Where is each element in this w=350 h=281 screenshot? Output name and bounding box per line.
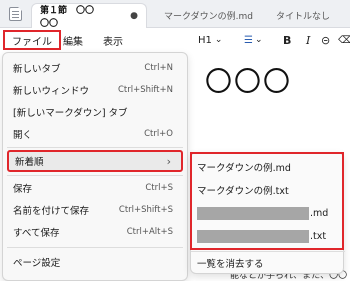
menu-item-recent[interactable]: 新着順 › [7,150,183,172]
bold-button[interactable]: B [283,32,291,48]
file-menu-button[interactable]: ファイル [3,30,61,50]
shortcut-text: Ctrl+Alt+S [126,227,173,237]
document-heading: 〇〇〇 [205,67,292,98]
shortcut-text: Ctrl+S [145,183,173,193]
shortcut-text: Ctrl+Shift+N [117,85,173,95]
chevron-right-icon: › [166,154,171,168]
menu-item-label: 新着順 [15,157,44,168]
menu-separator [7,147,183,148]
menu-item-label: すべて保存 [13,228,60,239]
italic-button[interactable]: I [306,32,310,48]
menu-item-label: 保存 [13,184,33,195]
redacted-filename [197,206,309,220]
recent-file-item[interactable]: マークダウンの例.md [197,156,339,178]
menu-item-save-all[interactable]: すべて保存 Ctrl+Alt+S [7,221,183,243]
edit-menu-label: 編集 [63,36,83,48]
bold-icon: B [283,33,292,47]
recent-file-item[interactable]: .txt [197,225,339,247]
recent-file-item[interactable]: .md [197,202,339,224]
heading-level-select[interactable]: H1 ⌄ [198,32,222,48]
clear-recent-list-item[interactable]: 一覧を消去する [197,252,339,274]
shortcut-text: Ctrl+N [144,63,173,73]
edit-menu-button[interactable]: 編集 [56,30,90,50]
file-menu-label: ファイル [12,36,52,48]
menu-item-label: 新しいタブ [13,64,61,75]
title-bar: 第１節 〇〇〇〇 ● マークダウンの例.md タイトルなし [0,0,350,29]
chevron-down-icon: ⌄ [214,35,223,45]
menu-separator [7,247,183,248]
recent-file-item[interactable]: マークダウンの例.txt [197,179,339,201]
menu-item-label: 開く [13,130,33,141]
list-format-button[interactable]: ☰ ⌄ [244,32,263,48]
menu-item-label: 名前を付けて保存 [13,206,90,217]
recent-file-extension: .txt [310,230,327,242]
menu-item-save[interactable]: 保存 Ctrl+S [7,177,183,199]
menu-item-label: ページ設定 [13,258,61,269]
redacted-filename [197,229,309,243]
menu-item-new-tab[interactable]: 新しいタブ Ctrl+N [7,57,183,79]
unsaved-dot-icon: ● [130,11,138,21]
menu-item-new-window[interactable]: 新しいウィンドウ Ctrl+Shift+N [7,79,183,101]
menu-item-label: [新しいマークダウン] タブ [13,108,128,119]
clear-formatting-icon: ⌫ [338,34,350,46]
chevron-down-icon: ⌄ [254,35,263,45]
bulleted-list-icon: ☰ [244,34,253,46]
recent-file-label: マークダウンの例.md [197,163,291,174]
file-menu-dropdown: 新しいタブ Ctrl+N 新しいウィンドウ Ctrl+Shift+N [新しいマ… [2,52,188,281]
menu-item-page-setup[interactable]: ページ設定 [7,251,183,273]
tab-label: 第１節 〇〇〇〇 [40,6,95,29]
menu-bar: ファイル 編集 表示 H1 ⌄ ☰ ⌄ B I ⊝ ⌫ [0,28,350,52]
tab-untitled[interactable]: タイトルなし [268,3,338,28]
tab-label: マークダウンの例.md [164,12,253,22]
tab-label: タイトルなし [276,12,331,22]
link-button[interactable]: ⊝ [321,32,330,48]
shortcut-text: Ctrl+O [144,129,173,139]
notepad-app-icon [9,7,22,21]
menu-item-new-markdown-tab[interactable]: [新しいマークダウン] タブ [7,101,183,123]
heading-level-label: H1 [198,34,212,46]
view-menu-button[interactable]: 表示 [96,30,130,50]
shortcut-text: Ctrl+Shift+S [118,205,173,215]
italic-icon: I [306,33,311,47]
menu-item-label: 新しいウィンドウ [13,86,90,97]
clear-formatting-button[interactable]: ⌫ [338,32,350,48]
tab-active[interactable]: 第１節 〇〇〇〇 ● [31,3,147,29]
view-menu-label: 表示 [103,36,123,48]
link-icon: ⊝ [321,33,331,47]
recent-file-extension: .md [310,207,329,219]
menu-separator [7,175,183,176]
recent-files-submenu: マークダウンの例.md マークダウンの例.txt .md .txt 一覧を消去す… [190,152,345,274]
menu-item-save-as[interactable]: 名前を付けて保存 Ctrl+Shift+S [7,199,183,221]
recent-file-label: マークダウンの例.txt [197,186,289,197]
clear-recent-label: 一覧を消去する [197,259,264,270]
menu-item-open[interactable]: 開く Ctrl+O [7,123,183,145]
tab-markdown-example[interactable]: マークダウンの例.md [156,3,261,28]
